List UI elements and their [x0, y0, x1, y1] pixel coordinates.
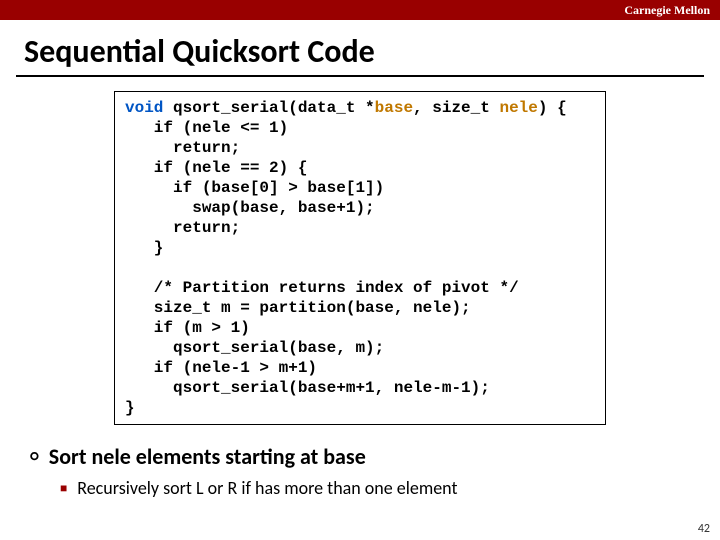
slide-title: Sequential Quicksort Code: [24, 32, 720, 71]
code-line: if (nele-1 > m+1): [125, 359, 317, 377]
page-number: 42: [698, 522, 710, 536]
code-line: size_t m = partition(base, nele);: [125, 299, 471, 317]
code-block: void qsort_serial(data_t *base, size_t n…: [114, 91, 606, 425]
code-text: ) {: [538, 99, 567, 117]
sub-bullet-list: ■ Recursively sort L or R if has more th…: [60, 477, 720, 501]
sub-bullet-text: Recursively sort L or R if has more than…: [77, 477, 457, 499]
bullet-marker-icon: ○: [30, 443, 39, 471]
code-text: , size_t: [413, 99, 499, 117]
code-line: if (nele == 2) {: [125, 159, 307, 177]
sub-bullet-item: ■ Recursively sort L or R if has more th…: [60, 477, 720, 501]
code-param: nele: [499, 99, 537, 117]
code-text: qsort_serial(data_t *: [163, 99, 374, 117]
bullet-text: Sort nele elements starting at base: [49, 443, 366, 470]
code-line: return;: [125, 139, 240, 157]
code-line: return;: [125, 219, 240, 237]
bullet-marker-icon: ■: [60, 477, 67, 501]
brand-label: Carnegie Mellon: [624, 3, 710, 18]
header-bar: Carnegie Mellon: [0, 0, 720, 20]
code-line: }: [125, 239, 163, 257]
bullet-list: ○ Sort nele elements starting at base: [30, 443, 720, 471]
code-keyword: void: [125, 99, 163, 117]
code-line: /* Partition returns index of pivot */: [125, 279, 519, 297]
code-line: qsort_serial(base, m);: [125, 339, 384, 357]
code-line: swap(base, base+1);: [125, 199, 375, 217]
code-line: }: [125, 399, 135, 417]
code-line: if (nele <= 1): [125, 119, 288, 137]
code-param: base: [375, 99, 413, 117]
title-underline: [16, 75, 704, 77]
code-line: qsort_serial(base+m+1, nele-m-1);: [125, 379, 490, 397]
code-line: if (base[0] > base[1]): [125, 179, 384, 197]
code-line: if (m > 1): [125, 319, 250, 337]
bullet-item: ○ Sort nele elements starting at base: [30, 443, 720, 471]
